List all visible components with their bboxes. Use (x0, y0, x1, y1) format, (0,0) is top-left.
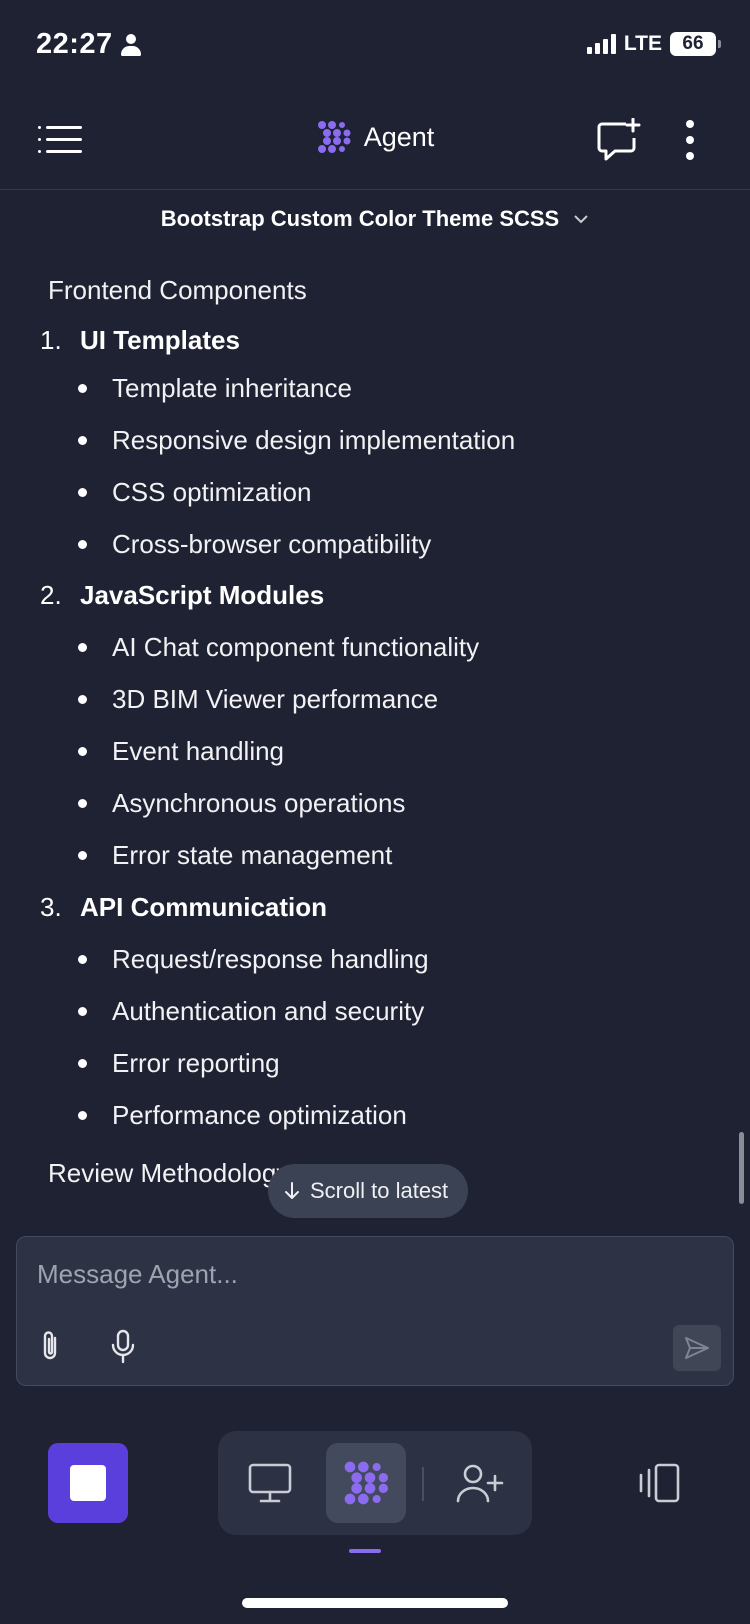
bullet-item: Authentication and security (78, 996, 424, 1027)
active-tab-indicator (349, 1549, 381, 1553)
arrow-down-icon (285, 1182, 299, 1199)
bullet-text: CSS optimization (112, 477, 312, 507)
person-icon (120, 33, 141, 56)
list-item: 1. UI Templates (40, 325, 240, 356)
bullet-text: Error state management (112, 840, 393, 870)
chevron-down-icon (574, 215, 588, 224)
more-options-icon[interactable] (682, 118, 698, 162)
item-number: 1. (40, 325, 62, 355)
scrollbar[interactable] (739, 1132, 744, 1204)
monitor-icon (248, 1463, 292, 1503)
item-title: API Communication (80, 892, 328, 922)
section-heading: Review Methodology (48, 1158, 290, 1188)
scroll-to-latest-label: Scroll to latest (310, 1178, 449, 1203)
section-heading: Frontend Components (48, 275, 307, 305)
stop-icon (70, 1465, 106, 1501)
bullet-item: Error state management (78, 840, 392, 871)
bullet-text: 3D BIM Viewer performance (112, 684, 439, 714)
bullet-text: Performance optimization (112, 1100, 407, 1130)
item-number: 2. (40, 580, 62, 610)
bullet-item: Event handling (78, 736, 284, 767)
add-user-icon (456, 1464, 504, 1503)
bullet-item: Error reporting (78, 1048, 280, 1079)
bullet-text: Template inheritance (112, 373, 352, 403)
bullet-item: Cross-browser compatibility (78, 529, 431, 560)
new-chat-icon[interactable] (596, 118, 642, 162)
top-nav: Agent (0, 100, 750, 190)
item-title: JavaScript Modules (80, 580, 325, 610)
message-content: Frontend Components 1. UI Templates Temp… (0, 275, 750, 1205)
paperclip-icon[interactable] (37, 1329, 63, 1363)
network-type: LTE (623, 32, 662, 55)
signal-icon (586, 34, 616, 54)
item-title: UI Templates (80, 325, 240, 355)
agent-logo-icon (344, 1461, 388, 1505)
bullet-item: Request/response handling (78, 944, 429, 975)
list-item: 2. JavaScript Modules (40, 580, 324, 611)
segment-divider (422, 1467, 424, 1501)
bullet-text: Error reporting (112, 1048, 280, 1078)
status-bar: 22:27 LTE 66 (0, 0, 750, 90)
battery-level: 66 (682, 33, 704, 54)
scroll-to-latest-button[interactable]: Scroll to latest (268, 1164, 469, 1218)
send-icon (685, 1337, 709, 1359)
view-switcher (218, 1431, 532, 1535)
microphone-icon[interactable] (109, 1329, 137, 1365)
send-button[interactable] (673, 1325, 721, 1371)
battery-icon: 66 (670, 32, 721, 56)
bullet-item: AI Chat component functionality (78, 632, 479, 663)
bullet-text: Authentication and security (112, 996, 425, 1026)
message-composer (16, 1236, 734, 1386)
bullet-item: Performance optimization (78, 1100, 407, 1131)
list-item: 3. API Communication (40, 892, 327, 923)
home-indicator (242, 1598, 508, 1608)
bullet-text: Event handling (112, 736, 285, 766)
bullet-text: AI Chat component functionality (112, 632, 480, 662)
page-title: Agent (363, 121, 435, 152)
tab-agent[interactable] (326, 1443, 406, 1523)
bullet-text: Responsive design implementation (112, 425, 516, 455)
bullet-text: Cross-browser compatibility (112, 529, 432, 559)
status-indicators: LTE 66 (586, 32, 721, 56)
status-time: 22:27 (36, 28, 141, 61)
message-input[interactable] (37, 1259, 637, 1290)
conversation-title-dropdown[interactable]: Bootstrap Custom Color Theme SCSS (0, 206, 750, 232)
agent-logo-icon (317, 121, 351, 153)
bullet-item: Template inheritance (78, 373, 352, 404)
bullet-item: 3D BIM Viewer performance (78, 684, 438, 715)
device-switch-icon[interactable] (636, 1462, 684, 1504)
conversation-title: Bootstrap Custom Color Theme SCSS (160, 206, 560, 231)
bullet-text: Request/response handling (112, 944, 429, 974)
bullet-text: Asynchronous operations (112, 788, 406, 818)
bullet-item: Responsive design implementation (78, 425, 515, 456)
bullet-item: CSS optimization (78, 477, 311, 508)
clock: 22:27 (36, 28, 113, 60)
tab-invite[interactable] (440, 1443, 520, 1523)
bullet-item: Asynchronous operations (78, 788, 405, 819)
item-number: 3. (40, 892, 62, 922)
tab-preview[interactable] (230, 1443, 310, 1523)
stop-button[interactable] (48, 1443, 128, 1523)
